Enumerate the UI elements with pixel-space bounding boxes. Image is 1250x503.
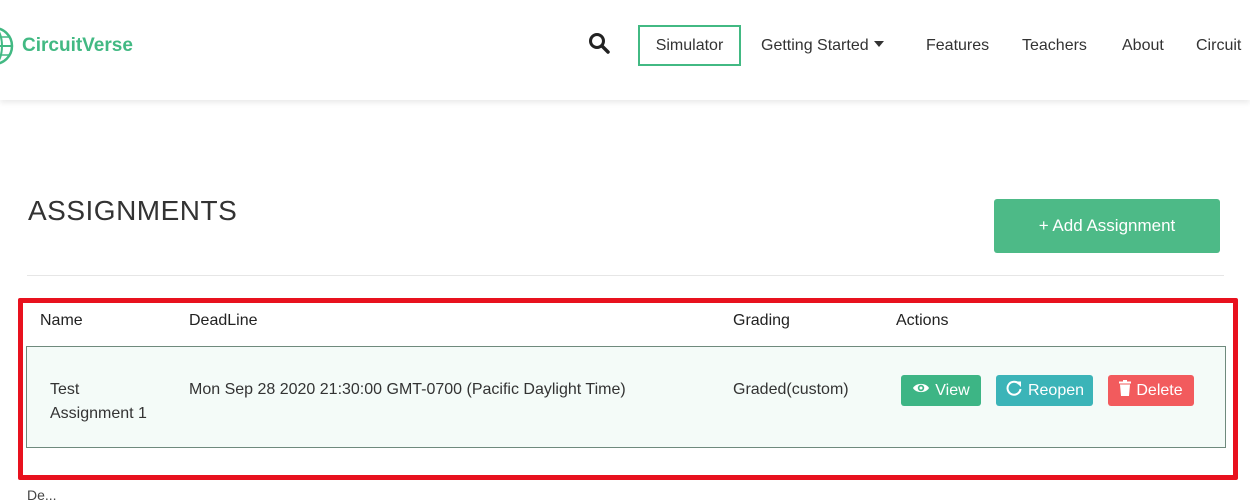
- nav-simulator-button[interactable]: Simulator: [638, 25, 741, 66]
- nav-teachers[interactable]: Teachers: [1022, 37, 1087, 55]
- brand-logo[interactable]: CircuitVerse: [0, 24, 133, 68]
- nav-getting-started-label: Getting Started: [761, 37, 869, 54]
- highlight-box: [18, 298, 1238, 480]
- brand-name: CircuitVerse: [22, 35, 133, 56]
- nav-about[interactable]: About: [1122, 37, 1164, 55]
- search-icon[interactable]: [588, 32, 610, 59]
- globe-icon: [0, 24, 16, 68]
- navbar: CircuitVerse Simulator Getting Started F…: [0, 0, 1250, 100]
- divider: [27, 275, 1224, 276]
- footer-text-partial: De...: [27, 487, 57, 503]
- nav-features[interactable]: Features: [926, 37, 989, 55]
- nav-getting-started[interactable]: Getting Started: [761, 37, 884, 55]
- page-title: ASSIGNMENTS: [28, 195, 238, 226]
- nav-circuit-partial[interactable]: Circuit: [1196, 37, 1241, 55]
- add-assignment-button[interactable]: + Add Assignment: [994, 199, 1220, 253]
- caret-down-icon: [873, 41, 884, 47]
